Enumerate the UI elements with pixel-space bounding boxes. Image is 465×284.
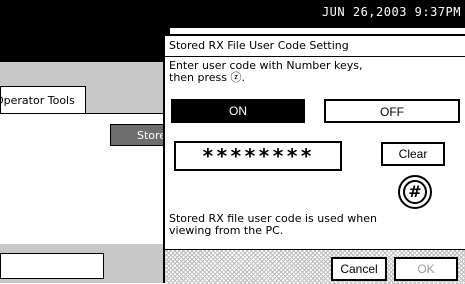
instruction-line-2: then press ⓩ. <box>169 71 246 84</box>
cancel-button[interactable]: Cancel <box>331 257 387 281</box>
clock-display: JUN 26,2003 9:37PM <box>321 5 461 19</box>
user-code-dialog: Stored RX File User Code Setting Enter u… <box>163 34 465 284</box>
off-button[interactable]: OFF <box>324 99 460 123</box>
instruction-text: Enter user code with Number keys, then p… <box>169 60 369 84</box>
note-text: Stored RX file user code is used when vi… <box>169 213 377 237</box>
clear-button[interactable]: Clear <box>381 142 445 166</box>
hash-key-icon[interactable]: # <box>398 175 432 209</box>
background-header-band <box>0 28 170 62</box>
tab-operator-tools[interactable]: Operator Tools <box>0 86 86 115</box>
store-button[interactable]: Store <box>110 124 170 146</box>
note-line-2: viewing from the PC. <box>169 224 284 237</box>
ok-button[interactable]: OK <box>394 257 458 281</box>
on-button[interactable]: ON <box>171 99 305 123</box>
status-bar: JUN 26,2003 9:37PM <box>0 0 465 28</box>
dialog-title: Stored RX File User Code Setting <box>169 39 349 52</box>
hash-key-label: # <box>403 180 427 204</box>
tab-operator-tools-label: Operator Tools <box>0 94 75 107</box>
background-field <box>0 253 104 279</box>
user-code-field[interactable]: ******** <box>174 141 342 171</box>
title-divider <box>165 56 465 57</box>
